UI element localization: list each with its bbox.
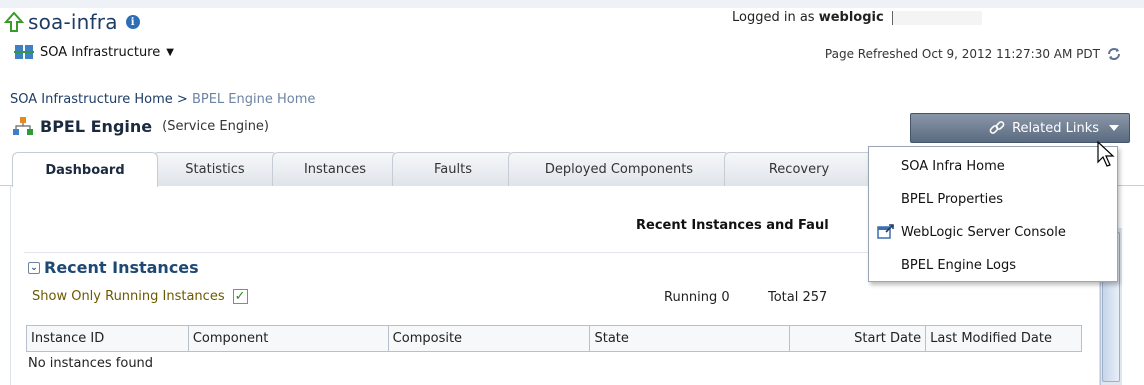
related-links-label: Related Links bbox=[1012, 120, 1099, 136]
page-title-row: BPEL Engine (Service Engine) bbox=[12, 116, 269, 136]
external-link-icon bbox=[877, 224, 894, 239]
empty-message: No instances found bbox=[28, 356, 154, 371]
header-top-strip bbox=[0, 0, 1144, 8]
logged-in-prefix: Logged in as bbox=[732, 10, 815, 25]
mouse-cursor-icon bbox=[1097, 140, 1115, 167]
masked-area bbox=[891, 10, 982, 25]
target-menu-label: SOA Infrastructure bbox=[40, 44, 161, 60]
tab-label: Dashboard bbox=[45, 162, 125, 178]
page-subtitle: (Service Engine) bbox=[162, 118, 270, 134]
menu-item-bpel-engine-logs[interactable]: BPEL Engine Logs bbox=[869, 250, 1117, 280]
filter-label: Show Only Running Instances bbox=[32, 289, 225, 304]
related-links-button[interactable]: Related Links bbox=[910, 113, 1130, 143]
page-title: BPEL Engine bbox=[40, 116, 153, 136]
breadcrumb-home-link[interactable]: SOA Infrastructure Home bbox=[10, 92, 173, 107]
soa-infrastructure-icon bbox=[14, 45, 34, 59]
related-links-menu: SOA Infra Home BPEL Properties WebLogic … bbox=[868, 146, 1118, 282]
chevron-down-icon: ▼ bbox=[166, 46, 174, 58]
menu-item-label: BPEL Properties bbox=[901, 191, 1004, 207]
column-header[interactable]: Instance ID bbox=[26, 325, 189, 352]
menu-item-weblogic-console[interactable]: WebLogic Server Console bbox=[869, 217, 1117, 247]
menu-item-label: SOA Infra Home bbox=[901, 158, 1005, 174]
info-icon[interactable]: i bbox=[125, 15, 140, 29]
app-title-row: soa-infra i bbox=[4, 10, 140, 34]
refresh-icon[interactable] bbox=[1106, 46, 1122, 62]
collapse-icon[interactable]: ⌄ bbox=[28, 261, 40, 274]
target-menu[interactable]: SOA Infrastructure ▼ bbox=[14, 44, 174, 60]
instances-table: Instance ID Component Composite State St… bbox=[26, 325, 1082, 352]
column-header[interactable]: Component bbox=[188, 325, 389, 352]
menu-item-bpel-properties[interactable]: BPEL Properties bbox=[869, 184, 1117, 214]
breadcrumb-current: BPEL Engine Home bbox=[191, 92, 316, 107]
menu-item-label: WebLogic Server Console bbox=[901, 224, 1066, 240]
up-arrow-icon[interactable] bbox=[4, 11, 24, 33]
bpel-engine-icon bbox=[13, 117, 33, 135]
column-header[interactable]: Composite bbox=[388, 325, 591, 352]
column-header[interactable]: Start Date bbox=[789, 325, 927, 352]
tab-label: Recovery bbox=[768, 162, 830, 177]
column-header[interactable]: State bbox=[589, 325, 791, 352]
tab-deployed-components[interactable]: Deployed Components bbox=[508, 152, 730, 186]
table-header-row: Instance ID Component Composite State St… bbox=[26, 325, 1082, 352]
tab-dashboard[interactable]: Dashboard bbox=[12, 152, 158, 187]
login-info: Logged in as weblogic bbox=[732, 10, 982, 25]
recent-instances-title: Recent Instances bbox=[44, 258, 199, 277]
recent-instances-header[interactable]: ⌄ Recent Instances bbox=[28, 258, 199, 277]
tab-label: Faults bbox=[434, 162, 472, 177]
user-name[interactable]: weblogic bbox=[819, 10, 884, 25]
tab-recovery[interactable]: Recovery bbox=[724, 152, 874, 186]
menu-item-label: BPEL Engine Logs bbox=[901, 257, 1017, 273]
refresh-info: Page Refreshed Oct 9, 2012 11:27:30 AM P… bbox=[825, 46, 1122, 62]
breadcrumb: SOA Infrastructure Home > BPEL Engine Ho… bbox=[10, 92, 315, 107]
column-header[interactable]: Last Modified Date bbox=[925, 325, 1082, 352]
running-only-checkbox[interactable]: ✓ bbox=[232, 289, 248, 304]
tab-label: Instances bbox=[303, 162, 367, 177]
link-icon bbox=[989, 121, 1005, 134]
tab-instances[interactable]: Instances bbox=[272, 152, 398, 186]
page-refreshed-text: Page Refreshed Oct 9, 2012 11:27:30 AM P… bbox=[824, 47, 1100, 61]
tab-label: Statistics bbox=[185, 162, 245, 177]
breadcrumb-separator: > bbox=[176, 92, 188, 107]
tab-label: Deployed Components bbox=[544, 162, 694, 177]
menu-item-soa-infra-home[interactable]: SOA Infra Home bbox=[869, 151, 1117, 181]
chevron-down-icon bbox=[1109, 125, 1119, 131]
section-heading: Recent Instances and Faul bbox=[636, 218, 829, 233]
running-filter: Show Only Running Instances ✓ bbox=[32, 289, 248, 304]
tab-faults[interactable]: Faults bbox=[392, 152, 514, 186]
tab-statistics[interactable]: Statistics bbox=[152, 152, 278, 186]
app-title: soa-infra bbox=[28, 10, 118, 34]
total-count: Total 257 bbox=[768, 290, 828, 305]
running-count: Running 0 bbox=[664, 290, 730, 305]
